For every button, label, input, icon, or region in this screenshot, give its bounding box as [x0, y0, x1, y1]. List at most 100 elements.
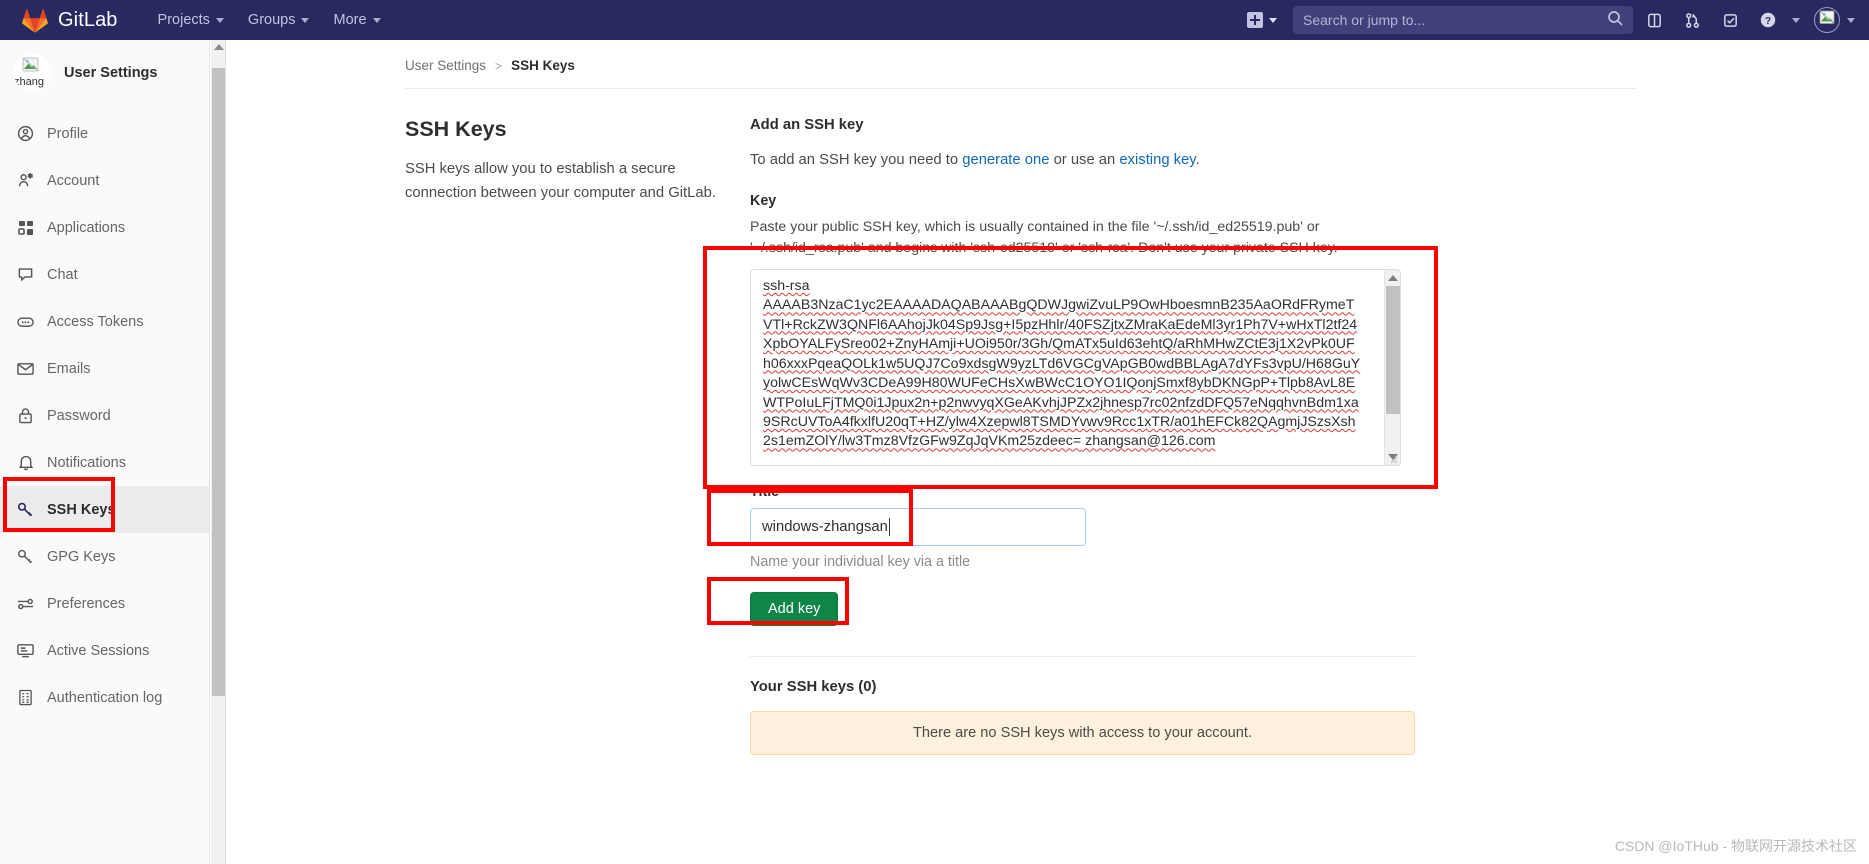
text-cursor	[888, 517, 890, 536]
sidebar-item-label: Chat	[47, 266, 78, 283]
help-chevron-down-icon[interactable]	[1792, 17, 1800, 23]
form-section-title: Add an SSH key	[750, 117, 864, 133]
key-value-email: zhangsan@126.com	[1081, 433, 1216, 450]
key-field-help: Paste your public SSH key, which is usua…	[750, 218, 1338, 257]
sidebar-nav-list: Profile Account Applications Chat Access…	[0, 110, 209, 721]
page-title: SSH Keys	[405, 117, 507, 141]
breadcrumb-current[interactable]: SSH Keys	[511, 58, 575, 73]
title-field-help: Name your individual key via a title	[750, 553, 971, 570]
sidebar-item-label: GPG Keys	[47, 548, 116, 565]
help-question-icon[interactable]: ?	[1751, 3, 1785, 37]
sidebar-item-label: Authentication log	[47, 689, 163, 706]
watermark: CSDN @IoTHub - 物联网开源技术社区	[1614, 838, 1857, 854]
key-value-body: AAAAB3NzaC1yc2EAAAADAQABAAABgQDWJgwiZvuL…	[763, 297, 1361, 450]
sliders-icon	[17, 595, 34, 612]
key-icon	[17, 548, 34, 565]
breadcrumb: User Settings > SSH Keys	[227, 40, 1869, 73]
bell-icon	[17, 454, 34, 471]
key-textarea-scrollbar[interactable]	[1384, 269, 1400, 465]
scroll-up-arrow-icon[interactable]	[214, 44, 224, 50]
chevron-down-icon	[372, 17, 381, 23]
sidebar-scrollbar[interactable]	[211, 40, 226, 864]
textarea-resize-grip[interactable]	[1387, 452, 1398, 464]
sidebar-item-active-sessions[interactable]: Active Sessions	[0, 627, 209, 674]
navbar-right: Search or jump to... ?	[1239, 0, 1869, 40]
key-field-label: Key	[750, 192, 777, 209]
nav-item-more[interactable]: More	[321, 3, 392, 37]
sidebar-item-account[interactable]: Account	[0, 157, 209, 204]
breadcrumb-parent[interactable]: User Settings	[405, 58, 486, 73]
todos-icon[interactable]	[1713, 3, 1747, 37]
sidebar-item-chat[interactable]: Chat	[0, 251, 209, 298]
search-icon	[1607, 10, 1623, 31]
sidebar-item-authentication-log[interactable]: Authentication log	[0, 674, 209, 721]
svg-text:?: ?	[1765, 16, 1771, 27]
sidebar-item-label: Profile	[47, 125, 89, 142]
log-list-icon	[17, 689, 34, 706]
sidebar-item-emails[interactable]: Emails	[0, 345, 209, 392]
avatar-chevron-down-icon[interactable]	[1847, 17, 1855, 23]
title-input-value: windows-zhangsan	[762, 518, 888, 535]
sidebar-item-ssh-keys[interactable]: SSH Keys	[0, 486, 209, 533]
key-scrollbar-thumb[interactable]	[1386, 285, 1400, 414]
chevron-down-icon	[1269, 17, 1277, 23]
settings-description-column: SSH Keys SSH keys allow you to establish…	[405, 117, 750, 755]
sidebar-item-label: Active Sessions	[47, 642, 150, 659]
sidebar-item-label: Emails	[47, 360, 91, 377]
settings-content: SSH Keys SSH keys allow you to establish…	[227, 89, 1869, 755]
merge-requests-icon[interactable]	[1675, 3, 1709, 37]
nav-item-groups-label: Groups	[247, 12, 296, 28]
nav-item-more-label: More	[333, 12, 367, 28]
sidebar-item-label: Account	[47, 172, 100, 189]
sidebar-item-applications[interactable]: Applications	[0, 204, 209, 251]
generate-one-link[interactable]: generate one	[962, 152, 1049, 168]
title-input[interactable]: windows-zhangsan	[750, 507, 1086, 546]
user-circle-icon	[17, 125, 34, 142]
sidebar-item-label: Notifications	[47, 454, 126, 471]
brand-name: GitLab	[58, 8, 118, 31]
sidebar-item-access-tokens[interactable]: Access Tokens	[0, 298, 209, 345]
sidebar-title: User Settings	[64, 65, 158, 81]
your-ssh-keys-heading: Your SSH keys (0)	[750, 678, 877, 695]
avatar[interactable]	[1814, 7, 1840, 33]
search-input[interactable]: Search or jump to...	[1293, 6, 1633, 34]
section-divider	[750, 655, 1415, 657]
add-key-button[interactable]: Add key	[750, 591, 839, 626]
form-intro-suffix: .	[1195, 152, 1200, 168]
existing-key-link[interactable]: existing key	[1119, 152, 1195, 168]
sidebar-item-label: Password	[47, 407, 111, 424]
nav-item-groups[interactable]: Groups	[236, 3, 322, 37]
gitlab-logo-icon	[22, 8, 48, 33]
chevron-down-icon	[301, 17, 310, 23]
sidebar-item-gpg-keys[interactable]: GPG Keys	[0, 533, 209, 580]
lock-icon	[17, 407, 34, 424]
form-intro-text: To add an SSH key you need to generate o…	[750, 149, 1415, 173]
sidebar-item-notifications[interactable]: Notifications	[0, 439, 209, 486]
primary-nav: Projects Groups More	[146, 3, 393, 37]
sidebar-avatar-alt: zhang	[14, 76, 44, 88]
key-textarea[interactable]: ssh-rsa AAAAB3NzaC1yc2EAAAADAQABAAABgQDW…	[750, 268, 1401, 466]
issues-icon[interactable]	[1637, 3, 1671, 37]
search-placeholder: Search or jump to...	[1303, 12, 1426, 28]
add-ssh-key-form: Add an SSH key To add an SSH key you nee…	[750, 117, 1415, 755]
sidebar-item-password[interactable]: Password	[0, 392, 209, 439]
sidebar-scrollbar-thumb[interactable]	[212, 68, 225, 696]
sidebar-item-profile[interactable]: Profile	[0, 110, 209, 157]
sidebar-header: zhang User Settings	[0, 40, 209, 110]
key-value-first-line: ssh-rsa	[763, 277, 810, 294]
key-textarea-content: ssh-rsa AAAAB3NzaC1yc2EAAAADAQABAAABgQDW…	[751, 270, 1371, 452]
page-description: SSH keys allow you to establish a secure…	[405, 161, 716, 201]
envelope-icon	[17, 360, 34, 377]
nav-item-projects-label: Projects	[157, 12, 210, 28]
gitlab-brand[interactable]: GitLab	[22, 8, 118, 33]
create-new-button[interactable]	[1239, 6, 1285, 34]
user-settings-sidebar: zhang User Settings Profile Account Appl…	[0, 40, 210, 864]
monitor-icon	[17, 642, 34, 659]
empty-keys-alert: There are no SSH keys with access to you…	[750, 710, 1415, 755]
scroll-up-arrow-icon[interactable]	[1388, 274, 1398, 281]
sidebar-item-label: SSH Keys	[47, 501, 116, 518]
sidebar-item-preferences[interactable]: Preferences	[0, 580, 209, 627]
sidebar-avatar[interactable]: zhang	[14, 54, 52, 92]
nav-item-projects[interactable]: Projects	[146, 3, 236, 37]
key-icon	[17, 501, 34, 518]
